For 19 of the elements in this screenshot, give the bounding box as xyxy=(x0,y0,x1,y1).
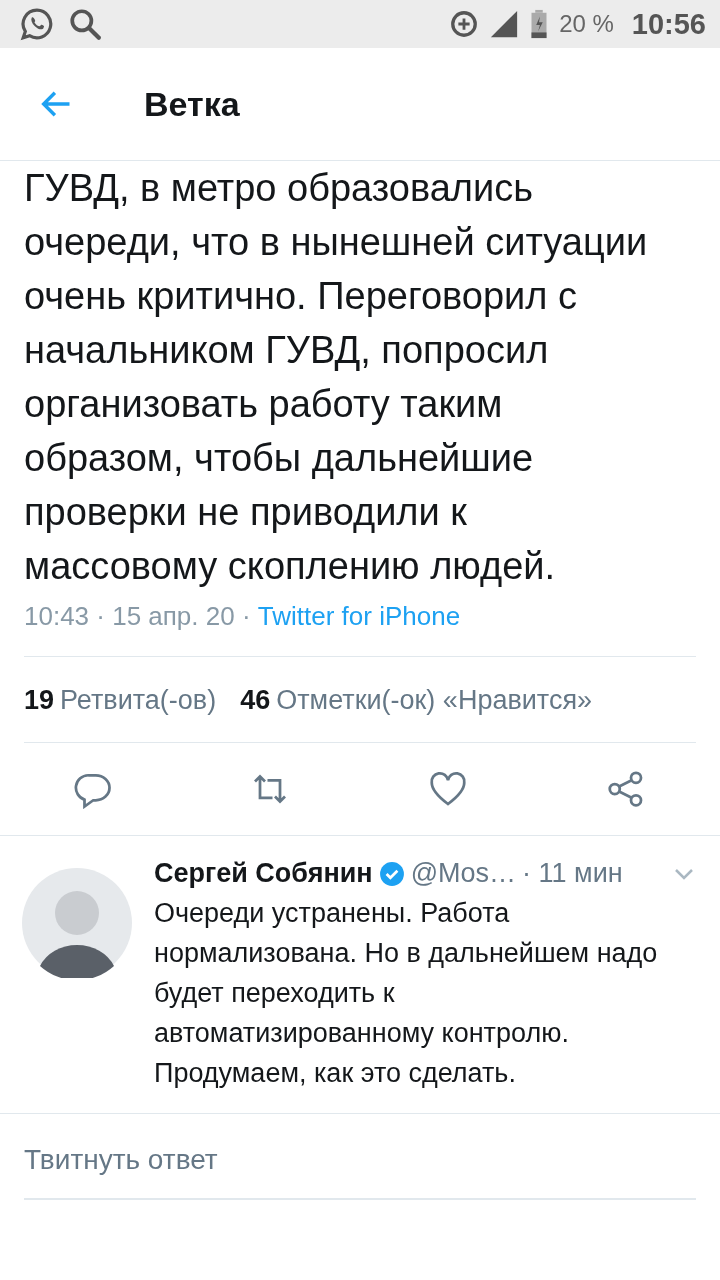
data-saver-icon xyxy=(449,9,480,39)
source-link[interactable]: Twitter for iPhone xyxy=(257,601,461,631)
tweet-text: ГУВД, в метро образовались очереди, что в нынешней ситуации очень критично. Переговорил с начальником ГУВД, попросил организовать работу таким образом, чтобы дальнейшие проверки не приводили к массовому скоплению людей. xyxy=(24,166,649,589)
signal-icon xyxy=(489,9,520,39)
reply-time: · 11 мин xyxy=(522,858,623,889)
stat-count: 19 xyxy=(24,685,55,716)
stat-count: 46 xyxy=(240,685,271,716)
whatsapp-icon xyxy=(20,7,54,41)
tweet-timestamp: 10:43 · 15 апр. 20 · xyxy=(24,601,251,631)
author-handle: @Mos… xyxy=(410,858,517,889)
stat-label[interactable]: Отметки(-ок) «Нравится» xyxy=(276,685,593,716)
author-name: Сергей Собянин xyxy=(154,858,373,889)
search-icon xyxy=(68,7,102,41)
reply-text: Очереди устранены. Работа нормализована. Но в дальнейшем надо будет переходить к автоматизированному контролю. Продумаем, как это сделать. xyxy=(154,897,659,1090)
battery-level: 20 % xyxy=(559,10,614,38)
page-title: Ветка xyxy=(144,84,240,124)
battery-icon xyxy=(529,9,550,39)
clock: 10:56 xyxy=(631,7,706,41)
stat-label[interactable]: Ретвита(-ов) xyxy=(60,685,217,716)
